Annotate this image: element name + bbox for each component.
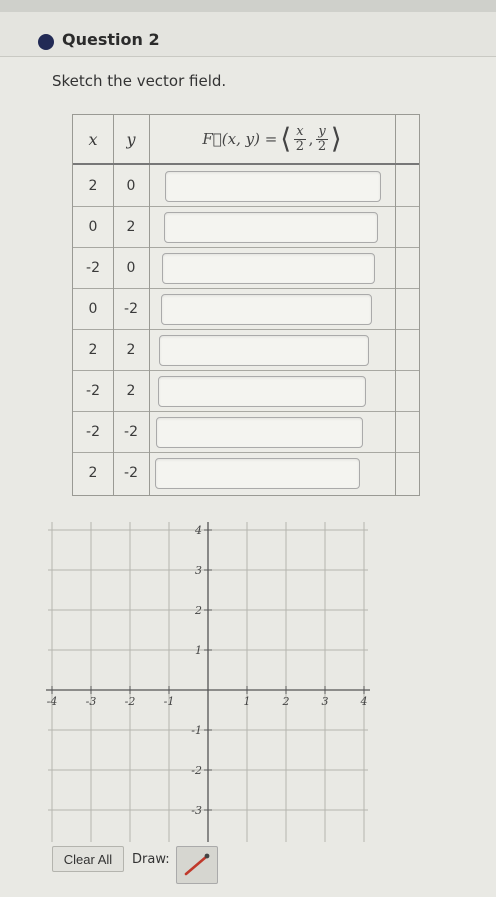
vector-table: x y F⃗(x, y) = ⟨ x2 , y2 ⟩ 2 0 0 2 -2 0 0 -2 2 2 -…	[72, 114, 420, 496]
question-prompt: Sketch the vector field.	[52, 72, 227, 90]
table-row-divider	[73, 206, 419, 207]
table-cell-y: -2	[124, 464, 138, 481]
x-tick-label: 3	[322, 695, 329, 708]
formula-header: F⃗(x, y) = ⟨ x2 , y2 ⟩	[149, 115, 395, 163]
table-cell-x: -2	[86, 382, 100, 399]
table-divider	[113, 115, 114, 495]
y-tick-label: 2	[194, 604, 202, 617]
x-tick-label: 1	[244, 695, 251, 708]
x-tick-label: 4	[360, 695, 368, 708]
header-divider	[73, 163, 419, 165]
fraction-x: x2	[294, 123, 306, 154]
table-cell-x: 2	[88, 177, 98, 194]
answer-input[interactable]	[165, 171, 381, 202]
table-cell-y: 0	[126, 259, 136, 276]
question-header: Question 2	[0, 12, 496, 57]
angle-close: ⟩	[330, 122, 342, 155]
y-tick-label: -1	[191, 724, 202, 737]
y-tick-label: -3	[191, 804, 202, 817]
table-row-divider	[73, 247, 419, 248]
answer-input[interactable]	[157, 376, 366, 407]
angle-open: ⟨	[280, 122, 292, 155]
x-tick-label: -3	[86, 695, 97, 708]
table-cell-x: 2	[88, 464, 98, 481]
table-row-divider	[73, 288, 419, 289]
table-cell-y: 2	[126, 382, 136, 399]
table-cell-y: 0	[126, 177, 136, 194]
table-cell-x: -2	[86, 259, 100, 276]
table-cell-x: -2	[86, 423, 100, 440]
y-tick-label: 1	[195, 644, 202, 657]
table-cell-y: -2	[124, 300, 138, 317]
draw-label: Draw:	[132, 852, 170, 867]
answer-input[interactable]	[162, 253, 375, 284]
column-header-y: y	[126, 129, 136, 149]
y-tick-label: 4	[194, 524, 202, 537]
y-tick-label: -2	[191, 764, 202, 777]
table-row-divider	[73, 370, 419, 371]
table-cell-y: 2	[126, 218, 136, 235]
clear-all-button[interactable]: Clear All	[52, 846, 124, 872]
table-cell-y: -2	[124, 423, 138, 440]
answer-input[interactable]	[156, 417, 363, 448]
table-row-divider	[73, 411, 419, 412]
y-tick-label: 3	[195, 564, 202, 577]
table-divider	[395, 115, 396, 495]
column-header-x: x	[88, 129, 98, 149]
x-tick-label: 2	[282, 695, 290, 708]
table-divider	[149, 115, 150, 495]
comma: ,	[308, 130, 314, 148]
line-arrow-icon	[184, 853, 210, 876]
answer-input[interactable]	[159, 335, 369, 366]
formula-lhs: F⃗(x, y) =	[202, 130, 278, 148]
question-status-dot	[38, 34, 54, 50]
answer-input[interactable]	[163, 212, 378, 243]
x-tick-label: -2	[125, 695, 136, 708]
table-cell-x: 0	[88, 218, 98, 235]
table-cell-y: 2	[126, 341, 136, 358]
table-row-divider	[73, 329, 419, 330]
table-cell-x: 0	[88, 300, 98, 317]
answer-input[interactable]	[160, 294, 372, 325]
question-title: Question 2	[62, 30, 160, 49]
x-tick-label: -1	[164, 695, 175, 708]
table-cell-x: 2	[88, 341, 98, 358]
fraction-y: y2	[316, 123, 328, 154]
x-tick-label: -4	[47, 695, 58, 708]
vector-field-graph[interactable]: -4-3-2-112344321-1-2-3-4	[40, 512, 388, 842]
draw-arrow-tool-button[interactable]	[176, 846, 218, 884]
answer-input[interactable]	[154, 458, 360, 489]
table-row-divider	[73, 452, 419, 453]
